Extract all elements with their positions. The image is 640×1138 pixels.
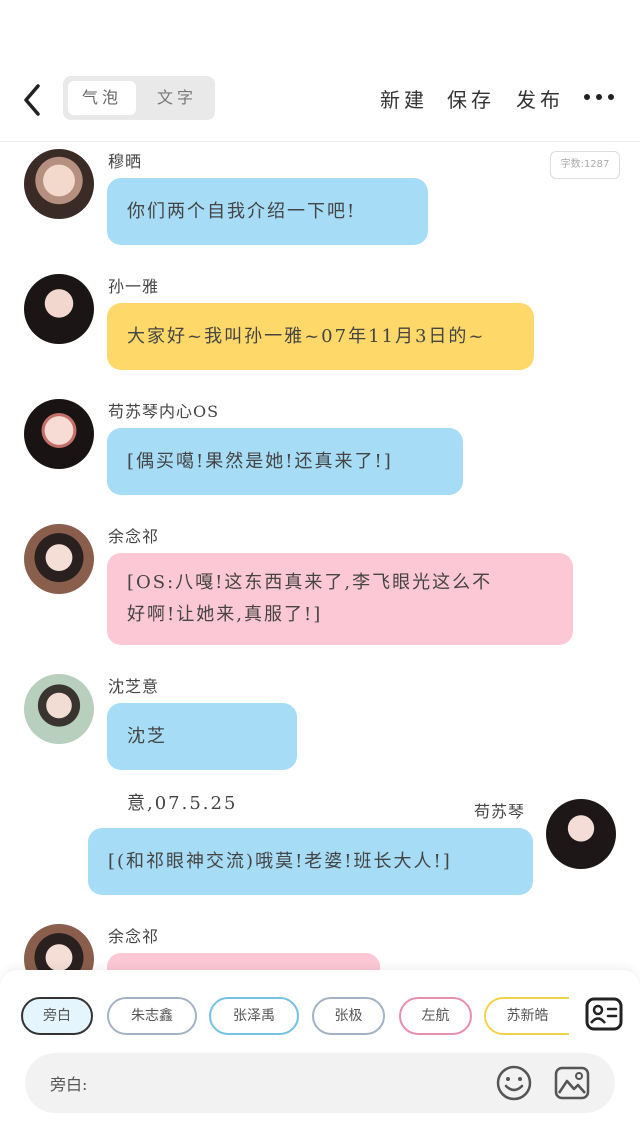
sender-name: 孙一雅	[108, 277, 160, 296]
tab-text[interactable]: 文字	[143, 81, 211, 115]
save-button[interactable]: 保存	[447, 84, 495, 113]
avatar[interactable]	[24, 524, 94, 594]
word-count-badge: 字数:1287	[550, 151, 620, 179]
role-chip-narrator[interactable]: 旁白	[21, 997, 93, 1035]
publish-button[interactable]: 发布	[516, 84, 564, 113]
emoji-icon[interactable]	[495, 1064, 533, 1102]
top-bar: 气泡 文字 新建 保存 发布	[0, 62, 640, 138]
compose-panel: 旁白 朱志鑫 张泽禹 张极 左航 苏新皓 旁白:	[0, 970, 640, 1138]
sender-name: 余念祁	[108, 927, 160, 946]
message-bubble[interactable]: 沈芝意,07.5.25	[107, 703, 297, 814]
contacts-card-icon[interactable]	[585, 997, 623, 1031]
avatar[interactable]	[24, 274, 94, 344]
role-chip[interactable]: 张极	[312, 997, 385, 1035]
mode-toggle: 气泡 文字	[63, 76, 215, 120]
back-arrow-icon[interactable]	[18, 80, 46, 120]
message-input[interactable]: 旁白:	[25, 1053, 615, 1113]
header-divider	[0, 141, 640, 142]
role-chip[interactable]: 左航	[399, 997, 472, 1035]
role-chip[interactable]: 张泽禹	[209, 997, 299, 1035]
tab-bubble[interactable]: 气泡	[68, 81, 136, 115]
image-icon[interactable]	[553, 1064, 591, 1102]
message-bubble[interactable]: 大家好~我叫孙一雅~07年11月3日的~	[107, 303, 534, 370]
sender-name: 苟苏琴	[474, 802, 526, 821]
avatar[interactable]	[24, 674, 94, 744]
more-dots-icon[interactable]	[584, 92, 614, 102]
sender-name: 苟苏琴内心OS	[108, 402, 220, 421]
message-bubble[interactable]: [(和祁眼神交流)哦莫!老婆!班长大人!]	[88, 828, 533, 895]
input-role-label: 旁白:	[50, 1075, 88, 1094]
avatar[interactable]	[24, 149, 94, 219]
message-line: [OS:八嘎!这东西真来了,李飞眼光这么不	[127, 572, 493, 593]
sender-name: 余念祁	[108, 527, 160, 546]
message-line: 好啊!让她来,真服了!]	[127, 604, 323, 625]
sender-name: 穆晒	[108, 152, 143, 171]
role-chip[interactable]: 苏新皓	[484, 997, 569, 1035]
message-bubble[interactable]: 你们两个自我介绍一下吧!	[107, 178, 428, 245]
sender-name: 沈芝意	[108, 677, 160, 696]
role-chip[interactable]: 朱志鑫	[107, 997, 197, 1035]
message-bubble[interactable]: [偶买噶!果然是她!还真来了!]	[107, 428, 463, 495]
message-bubble[interactable]: [OS:八嘎!这东西真来了,李飞眼光这么不 好啊!让她来,真服了!]	[107, 553, 573, 645]
avatar[interactable]	[24, 399, 94, 469]
new-button[interactable]: 新建	[380, 84, 428, 113]
avatar[interactable]	[546, 799, 616, 869]
